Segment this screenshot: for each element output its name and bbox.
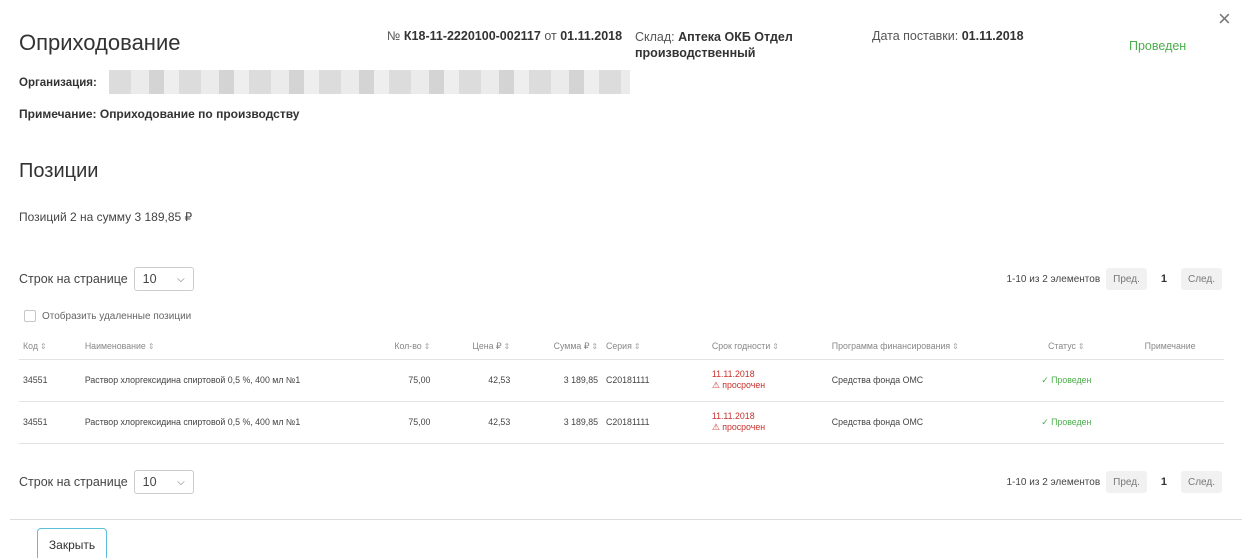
- rows-per-page-label: Строк на странице: [19, 475, 128, 489]
- page-title: Оприходование: [19, 30, 181, 55]
- close-icon[interactable]: ×: [1218, 8, 1231, 30]
- footer-divider: [10, 519, 1242, 520]
- cell-series: C20181111: [602, 400, 682, 443]
- sort-icon: ⇕: [952, 342, 959, 352]
- prev-button[interactable]: Пред.: [1106, 268, 1147, 290]
- positions-table: Код ⇕ Наименование ⇕ Кол-во ⇕ Цена ₽ ⇕ Сумма…: [19, 334, 1224, 444]
- col-code[interactable]: Код ⇕: [19, 334, 81, 359]
- col-series[interactable]: Серия ⇕: [602, 334, 682, 359]
- warning-icon: ⚠: [711, 422, 720, 432]
- show-deleted-label: Отобразить удаленные позиции: [42, 310, 192, 322]
- cell-note: [1116, 400, 1224, 443]
- cell-name: Раствор хлоргексидина спиртовой 0,5 %, 4…: [80, 358, 391, 401]
- next-button[interactable]: След.: [1180, 268, 1222, 290]
- status-badge: Проведен: [1129, 39, 1187, 53]
- pager-bottom: 1-10 из 2 элементов Пред. 1 След.: [1006, 471, 1222, 493]
- cell-series: C20181111: [602, 358, 682, 401]
- check-icon: ✓: [1041, 374, 1049, 385]
- page-number-button[interactable]: 1: [1152, 268, 1175, 290]
- table-row[interactable]: 34551 Раствор хлоргексидина спиртовой 0,…: [19, 400, 1224, 443]
- cell-code: 34551: [19, 358, 81, 401]
- sort-icon: ⇕: [772, 342, 779, 352]
- organization-label: Организация:: [19, 77, 97, 89]
- next-button[interactable]: След.: [1180, 471, 1222, 493]
- show-deleted-toggle[interactable]: Отобразить удаленные позиции: [24, 310, 191, 322]
- col-price[interactable]: Цена ₽ ⇕: [434, 334, 514, 359]
- cell-note: [1116, 358, 1224, 401]
- pager-top: 1-10 из 2 элементов Пред. 1 След.: [1006, 268, 1222, 290]
- col-expiry[interactable]: Срок годности ⇕: [682, 334, 802, 359]
- cell-price: 42,53: [434, 400, 515, 443]
- cell-name: Раствор хлоргексидина спиртовой 0,5 %, 4…: [80, 400, 391, 443]
- col-program[interactable]: Программа финансирования ⇕: [802, 334, 1017, 359]
- show-deleted-checkbox[interactable]: [24, 310, 36, 322]
- rows-per-page-label: Строк на странице: [19, 272, 128, 286]
- note: Примечание: Оприходование по производств…: [19, 107, 300, 121]
- sort-icon: ⇕: [503, 341, 511, 351]
- cell-program: Средства фонда ОМС: [801, 358, 1017, 401]
- check-icon: ✓: [1041, 416, 1049, 427]
- sort-icon: ⇕: [591, 341, 599, 351]
- sort-icon: ⇕: [423, 342, 431, 352]
- positions-title: Позиции: [19, 160, 99, 182]
- rows-per-page-select[interactable]: 10 ⌵: [133, 470, 194, 494]
- cell-code: 34551: [19, 400, 81, 443]
- cell-program: Средства фонда ОМС: [801, 400, 1017, 443]
- document-number: № К18-11-2220100-002117 от 01.11.2018: [387, 29, 623, 43]
- rows-per-page-top: Строк на странице 10 ⌵: [19, 267, 194, 291]
- positions-summary: Позиций 2 на сумму 3 189,85 ₽: [19, 210, 193, 224]
- warehouse: Склад: Аптека ОКБ Отдел производственный: [635, 30, 793, 60]
- warning-icon: ⚠: [711, 380, 720, 390]
- sort-icon: ⇕: [1077, 342, 1085, 352]
- rows-per-page-bottom: Строк на странице 10 ⌵: [19, 470, 194, 494]
- cell-status: ✓ Проведен: [1016, 400, 1117, 443]
- chevron-down-icon: ⌵: [177, 476, 185, 488]
- col-note: Примечание: [1144, 341, 1196, 352]
- redacted-organization: [109, 70, 630, 94]
- cell-price: 42,53: [434, 358, 515, 401]
- pager-range: 1-10 из 2 элементов: [1006, 273, 1101, 285]
- close-button[interactable]: Закрыть: [37, 528, 107, 558]
- col-name[interactable]: Наименование ⇕: [81, 334, 391, 359]
- cell-qty: 75,00: [390, 400, 435, 443]
- table-row[interactable]: 34551 Раствор хлоргексидина спиртовой 0,…: [19, 358, 1224, 401]
- cell-sum: 3 189,85: [514, 400, 603, 443]
- pager-range: 1-10 из 2 элементов: [1006, 476, 1101, 488]
- sort-icon: ⇕: [633, 342, 641, 352]
- prev-button[interactable]: Пред.: [1106, 471, 1147, 493]
- rows-per-page-select[interactable]: 10 ⌵: [133, 267, 194, 291]
- page-number-button[interactable]: 1: [1152, 471, 1175, 493]
- delivery-date: Дата поставки: 01.11.2018: [872, 29, 1024, 43]
- col-status[interactable]: Статус ⇕: [1016, 334, 1116, 359]
- chevron-down-icon: ⌵: [177, 273, 185, 285]
- cell-sum: 3 189,85: [514, 358, 603, 401]
- sort-icon: ⇕: [39, 342, 47, 352]
- col-sum[interactable]: Сумма ₽ ⇕: [514, 334, 602, 359]
- sort-icon: ⇕: [147, 342, 155, 352]
- cell-qty: 75,00: [390, 358, 435, 401]
- col-qty[interactable]: Кол-во ⇕: [390, 334, 434, 359]
- cell-expiry: 11.11.2018 ⚠ просрочен: [681, 358, 802, 401]
- cell-status: ✓ Проведен: [1016, 358, 1117, 401]
- table-header-row: Код ⇕ Наименование ⇕ Кол-во ⇕ Цена ₽ ⇕ Сумма…: [19, 334, 1224, 359]
- cell-expiry: 11.11.2018 ⚠ просрочен: [681, 400, 802, 443]
